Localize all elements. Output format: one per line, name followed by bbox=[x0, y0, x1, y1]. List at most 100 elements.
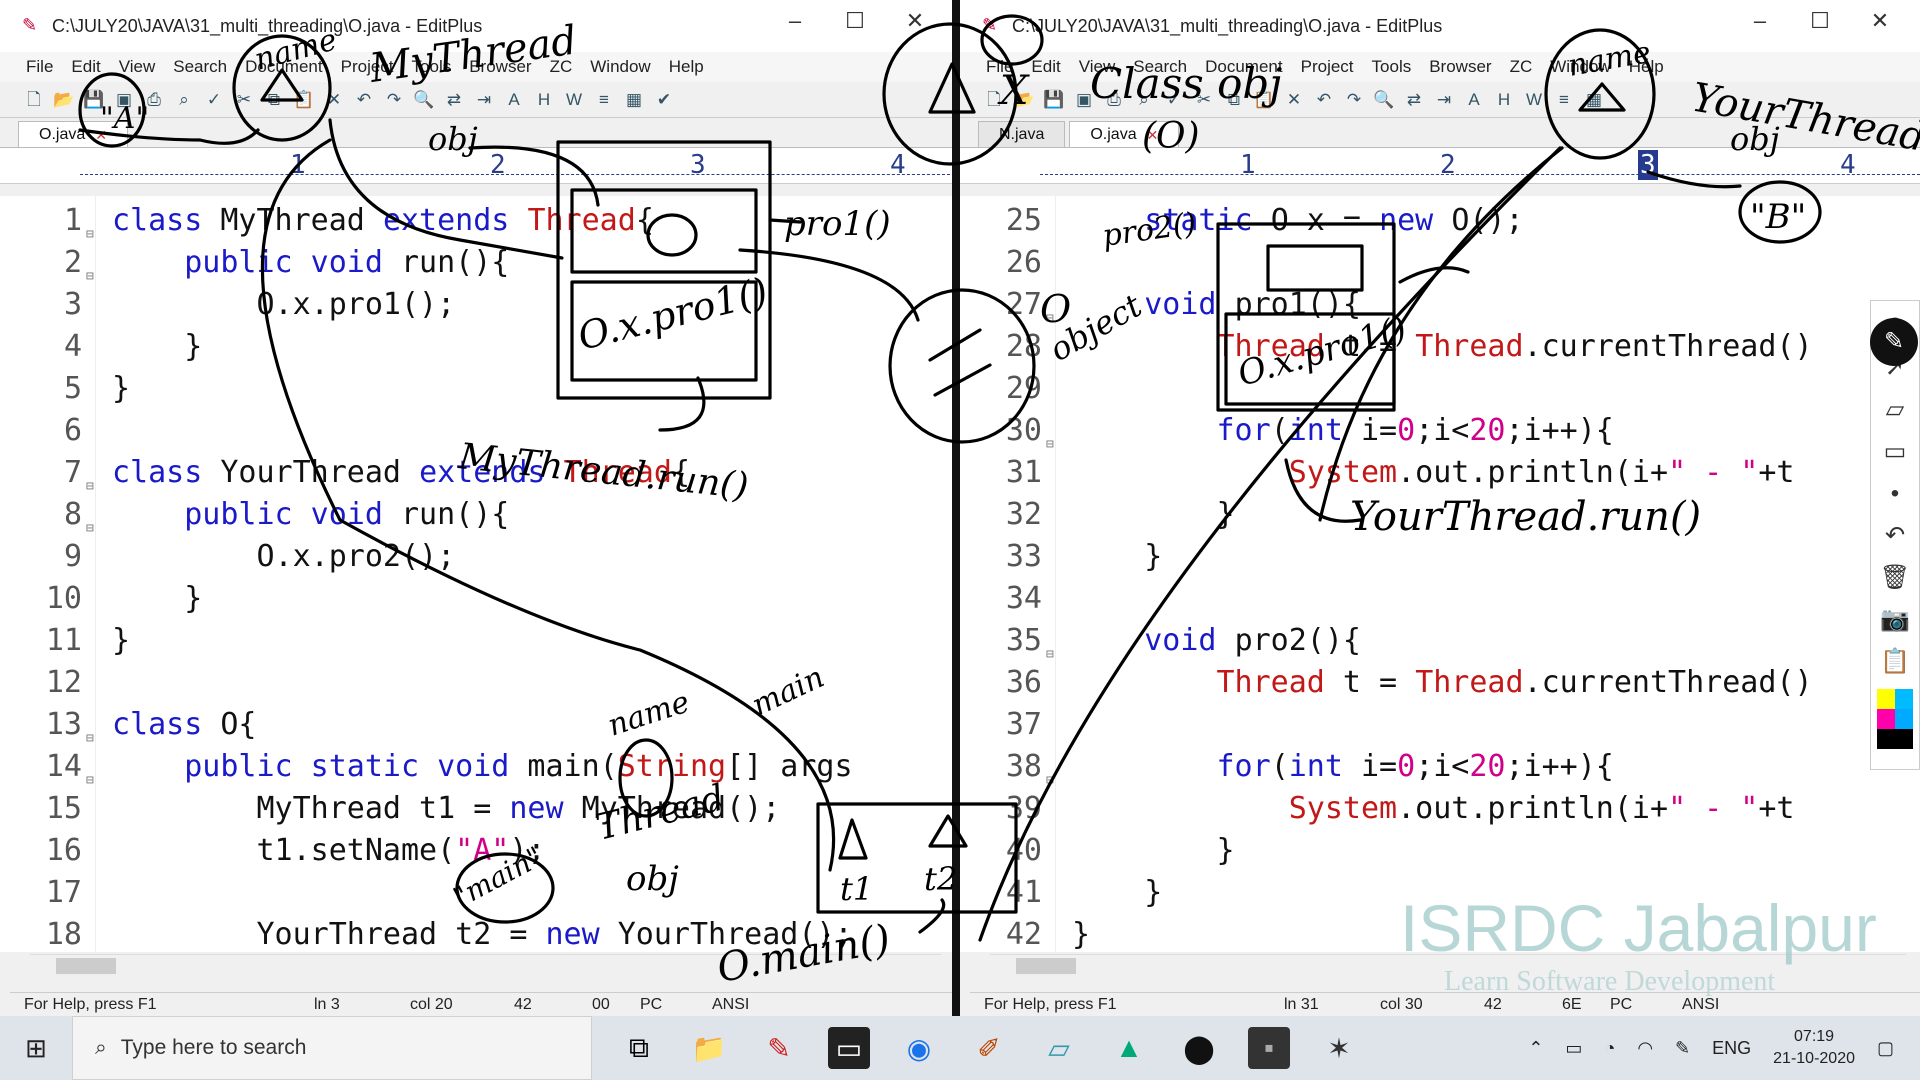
chevron-up-icon[interactable]: ⌃ bbox=[1528, 1038, 1543, 1059]
pen-app-icon[interactable]: ⬤ bbox=[1178, 1027, 1220, 1069]
font-icon[interactable]: A bbox=[502, 88, 526, 112]
app-icon[interactable]: ✶ bbox=[1318, 1027, 1360, 1069]
close-tab-icon[interactable]: ✕ bbox=[1147, 122, 1159, 148]
code-line[interactable]: 16 t1.setName("A"); bbox=[0, 830, 955, 872]
code-line[interactable]: 40 } bbox=[960, 830, 1920, 872]
hex-icon[interactable]: H bbox=[1492, 88, 1516, 112]
code-line[interactable]: 11} bbox=[0, 620, 955, 662]
clipboard-icon[interactable]: 📋 bbox=[1877, 647, 1913, 677]
code-line[interactable]: 17 bbox=[0, 872, 955, 914]
minimize-button[interactable]: – bbox=[765, 8, 825, 34]
menu-document[interactable]: Document bbox=[1205, 57, 1282, 77]
delete-icon[interactable]: ✕ bbox=[1282, 88, 1306, 112]
terminal-icon[interactable]: ▭ bbox=[828, 1027, 870, 1069]
check-icon[interactable]: ✔ bbox=[652, 88, 676, 112]
menu-tools[interactable]: Tools bbox=[1372, 57, 1412, 77]
code-line[interactable]: 30 ⊟ for(int i=0;i<20;i++){ bbox=[960, 410, 1920, 452]
notifications-icon[interactable]: ▢ bbox=[1877, 1038, 1894, 1059]
new-file-icon[interactable]: 🗋 bbox=[982, 88, 1006, 112]
menu-tools[interactable]: Tools bbox=[412, 57, 452, 77]
code-line[interactable]: 10 } bbox=[0, 578, 955, 620]
code-line[interactable]: 4 } bbox=[0, 326, 955, 368]
left-code-editor[interactable]: 1 ⊟ class MyThread extends Thread{2 ⊟ publi… bbox=[0, 196, 955, 952]
wordwrap-icon[interactable]: W bbox=[562, 88, 586, 112]
copy-icon[interactable]: ⧉ bbox=[262, 88, 286, 112]
maximize-button[interactable]: ☐ bbox=[1790, 8, 1850, 34]
redo-icon[interactable]: ↷ bbox=[1342, 88, 1366, 112]
menu-browser[interactable]: Browser bbox=[1429, 57, 1491, 77]
delete-icon[interactable]: ✕ bbox=[322, 88, 346, 112]
menu-window[interactable]: Window bbox=[590, 57, 650, 77]
editplus-taskbar-icon[interactable]: ✎ bbox=[758, 1027, 800, 1069]
code-line[interactable]: 26 bbox=[960, 242, 1920, 284]
spell-icon[interactable]: ✓ bbox=[1162, 88, 1186, 112]
chrome-icon[interactable]: ◉ bbox=[898, 1027, 940, 1069]
menu-zc[interactable]: ZC bbox=[1510, 57, 1533, 77]
copy-icon[interactable]: ⧉ bbox=[1222, 88, 1246, 112]
code-line[interactable]: 18 YourThread t2 = new YourThread(); bbox=[0, 914, 955, 952]
code-line[interactable]: 1 ⊟ class MyThread extends Thread{ bbox=[0, 200, 955, 242]
color-magenta[interactable] bbox=[1877, 709, 1895, 729]
eraser-icon[interactable]: ▭ bbox=[1877, 437, 1913, 467]
linenum-icon[interactable]: ≡ bbox=[592, 88, 616, 112]
code-line[interactable]: 25 static O x = new O(); bbox=[960, 200, 1920, 242]
code-line[interactable]: 2 ⊟ public void run(){ bbox=[0, 242, 955, 284]
code-line[interactable]: 27 ⊟ void pro1(){ bbox=[960, 284, 1920, 326]
menu-file[interactable]: File bbox=[986, 57, 1013, 77]
code-line[interactable]: 9 O.x.pro2(); bbox=[0, 536, 955, 578]
menu-file[interactable]: File bbox=[26, 57, 53, 77]
wordwrap-icon[interactable]: W bbox=[1522, 88, 1546, 112]
notepad-icon[interactable]: ▱ bbox=[1038, 1027, 1080, 1069]
menu-search[interactable]: Search bbox=[1133, 57, 1187, 77]
cut-icon[interactable]: ✂ bbox=[1192, 88, 1216, 112]
language-indicator[interactable]: ENG bbox=[1712, 1038, 1751, 1059]
paste-icon[interactable]: 📋 bbox=[1252, 88, 1276, 112]
undo-icon[interactable]: ↶ bbox=[352, 88, 376, 112]
trash-icon[interactable]: 🗑 bbox=[1877, 563, 1913, 593]
code-line[interactable]: 35 ⊟ void pro2(){ bbox=[960, 620, 1920, 662]
menu-edit[interactable]: Edit bbox=[71, 57, 100, 77]
open-folder-icon[interactable]: 📂 bbox=[52, 88, 76, 112]
right-title-bar[interactable]: ✎ C:\JULY20\JAVA\31_multi_threading\O.ja… bbox=[960, 0, 1920, 52]
code-line[interactable]: 34 bbox=[960, 578, 1920, 620]
print-icon[interactable]: ⎙ bbox=[142, 88, 166, 112]
highlighter-icon[interactable]: ▱ bbox=[1877, 395, 1913, 425]
horizontal-scrollbar[interactable] bbox=[30, 954, 941, 976]
clock[interactable]: 07:19 21-10-2020 bbox=[1773, 1026, 1855, 1070]
find-icon[interactable]: 🔍 bbox=[1372, 88, 1396, 112]
find-icon[interactable]: 🔍 bbox=[412, 88, 436, 112]
goto-icon[interactable]: ⇥ bbox=[1432, 88, 1456, 112]
left-title-bar[interactable]: ✎ C:\JULY20\JAVA\31_multi_threading\O.ja… bbox=[0, 0, 955, 52]
code-line[interactable]: 5} bbox=[0, 368, 955, 410]
code-line[interactable]: 38 ⊟ for(int i=0;i<20;i++){ bbox=[960, 746, 1920, 788]
scrollbar-thumb[interactable] bbox=[1016, 958, 1076, 974]
code-line[interactable]: 3 O.x.pro1(); bbox=[0, 284, 955, 326]
code-line[interactable]: 32 } bbox=[960, 494, 1920, 536]
task-view-icon[interactable]: ⧉ bbox=[618, 1027, 660, 1069]
linenum-icon[interactable]: ≡ bbox=[1552, 88, 1576, 112]
code-line[interactable]: 13 ⊟ class O{ bbox=[0, 704, 955, 746]
spell-icon[interactable]: ✓ bbox=[202, 88, 226, 112]
menu-search[interactable]: Search bbox=[173, 57, 227, 77]
color-black[interactable] bbox=[1877, 729, 1913, 749]
code-line[interactable]: 6 bbox=[0, 410, 955, 452]
menu-help[interactable]: Help bbox=[669, 57, 704, 77]
tab-o-java[interactable]: O.java ✕ bbox=[18, 121, 128, 147]
dot-icon[interactable]: • bbox=[1877, 479, 1913, 509]
replace-icon[interactable]: ⇄ bbox=[442, 88, 466, 112]
battery-icon[interactable]: ▭ bbox=[1565, 1038, 1582, 1059]
code-line[interactable]: 28 Thread t = Thread.currentThread() bbox=[960, 326, 1920, 368]
replace-icon[interactable]: ⇄ bbox=[1402, 88, 1426, 112]
ruler-icon[interactable]: ▦ bbox=[1582, 88, 1606, 112]
preview-icon[interactable]: ⌕ bbox=[1132, 88, 1156, 112]
redo-icon[interactable]: ↷ bbox=[382, 88, 406, 112]
color-palette[interactable] bbox=[1877, 689, 1913, 749]
scrollbar-thumb[interactable] bbox=[56, 958, 116, 974]
code-line[interactable]: 12 bbox=[0, 662, 955, 704]
undo-icon[interactable]: ↶ bbox=[1877, 521, 1913, 551]
hex-icon[interactable]: H bbox=[532, 88, 556, 112]
save-icon[interactable]: 💾 bbox=[1042, 88, 1066, 112]
code-line[interactable]: 7 ⊟ class YourThread extends Thread{ bbox=[0, 452, 955, 494]
menu-document[interactable]: Document bbox=[245, 57, 322, 77]
close-tab-icon[interactable]: ✕ bbox=[95, 122, 107, 148]
